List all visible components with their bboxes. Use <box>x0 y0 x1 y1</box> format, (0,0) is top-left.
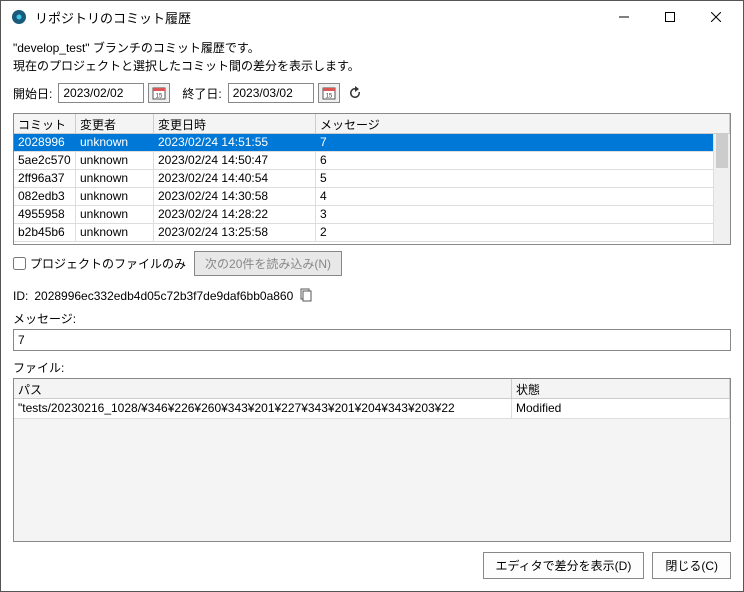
window-title: リポジトリのコミット履歴 <box>35 8 601 27</box>
scrollbar-thumb[interactable] <box>716 134 728 168</box>
table-cell: 4955958 <box>14 206 76 223</box>
table-cell: unknown <box>76 152 154 169</box>
table-cell: 5ae2c570 <box>14 152 76 169</box>
copy-id-button[interactable] <box>299 288 315 304</box>
start-date-input[interactable] <box>58 83 144 103</box>
close-dialog-button[interactable]: 閉じる(C) <box>652 552 731 579</box>
svg-text:15: 15 <box>156 94 163 100</box>
description: "develop_test" ブランチのコミット履歴です。 現在のプロジェクトと… <box>13 39 731 75</box>
table-cell: unknown <box>76 170 154 187</box>
table-cell: 2023/02/24 14:50:47 <box>154 152 316 169</box>
table-cell: b2b45b6 <box>14 224 76 241</box>
start-date-calendar-button[interactable]: 15 <box>148 83 170 103</box>
project-files-only-input[interactable] <box>13 257 26 270</box>
file-cell: Modified <box>512 399 730 418</box>
table-cell: unknown <box>76 206 154 223</box>
close-button[interactable] <box>693 2 739 32</box>
show-diff-button[interactable]: エディタで差分を表示(D) <box>483 552 645 579</box>
header-author[interactable]: 変更者 <box>76 114 154 133</box>
table-cell: 4 <box>316 188 730 205</box>
table-cell: 6 <box>316 152 730 169</box>
description-line1: "develop_test" ブランチのコミット履歴です。 <box>13 39 731 57</box>
app-icon <box>11 9 27 25</box>
table-row[interactable]: 5ae2c570unknown2023/02/24 14:50:476 <box>14 152 730 170</box>
maximize-button[interactable] <box>647 2 693 32</box>
svg-text:15: 15 <box>325 94 332 100</box>
table-cell: 2023/02/24 14:28:22 <box>154 206 316 223</box>
header-commit[interactable]: コミット <box>14 114 76 133</box>
table-cell: 082edb3 <box>14 188 76 205</box>
file-header-path[interactable]: パス <box>14 379 512 398</box>
file-row[interactable]: "tests/20230216_1028/¥346¥226¥260¥343¥20… <box>14 399 730 419</box>
table-cell: 2023/02/24 13:25:58 <box>154 224 316 241</box>
minimize-button[interactable] <box>601 2 647 32</box>
refresh-button[interactable] <box>344 83 366 103</box>
table-row[interactable]: 4955958unknown2023/02/24 14:28:223 <box>14 206 730 224</box>
table-cell: unknown <box>76 134 154 151</box>
table-cell: 2ff96a37 <box>14 170 76 187</box>
file-header-status[interactable]: 状態 <box>512 379 730 398</box>
header-message[interactable]: メッセージ <box>316 114 730 133</box>
message-label: メッセージ: <box>13 310 731 327</box>
project-files-only-label: プロジェクトのファイルのみ <box>30 255 186 272</box>
end-date-input[interactable] <box>228 83 314 103</box>
load-next-button[interactable]: 次の20件を読み込み(N) <box>194 251 342 276</box>
table-cell: 2023/02/24 14:40:54 <box>154 170 316 187</box>
titlebar: リポジトリのコミット履歴 <box>1 1 743 33</box>
end-date-label: 終了日: <box>182 85 221 102</box>
message-box: 7 <box>13 329 731 351</box>
table-cell: 5 <box>316 170 730 187</box>
table-cell: 2028996 <box>14 134 76 151</box>
scrollbar[interactable] <box>713 134 730 244</box>
project-files-only-checkbox[interactable]: プロジェクトのファイルのみ <box>13 255 186 272</box>
id-label: ID: <box>13 289 28 303</box>
start-date-label: 開始日: <box>13 85 52 102</box>
table-cell: 2023/02/24 14:51:55 <box>154 134 316 151</box>
commit-table: コミット 変更者 変更日時 メッセージ 2028996unknown2023/0… <box>13 113 731 245</box>
description-line2: 現在のプロジェクトと選択したコミット間の差分を表示します。 <box>13 57 731 75</box>
files-table: パス 状態 "tests/20230216_1028/¥346¥226¥260¥… <box>13 378 731 542</box>
table-row[interactable]: 2ff96a37unknown2023/02/24 14:40:545 <box>14 170 730 188</box>
table-cell: unknown <box>76 224 154 241</box>
id-value: 2028996ec332edb4d05c72b3f7de9daf6bb0a860 <box>34 289 293 303</box>
table-cell: unknown <box>76 188 154 205</box>
files-label: ファイル: <box>13 359 731 376</box>
table-cell: 3 <box>316 206 730 223</box>
end-date-calendar-button[interactable]: 15 <box>318 83 340 103</box>
table-cell: 7 <box>316 134 730 151</box>
table-row[interactable]: 2028996unknown2023/02/24 14:51:557 <box>14 134 730 152</box>
table-row[interactable]: 082edb3unknown2023/02/24 14:30:584 <box>14 188 730 206</box>
header-date[interactable]: 変更日時 <box>154 114 316 133</box>
file-cell: "tests/20230216_1028/¥346¥226¥260¥343¥20… <box>14 399 512 418</box>
table-cell: 2023/02/24 14:30:58 <box>154 188 316 205</box>
table-cell: 2 <box>316 224 730 241</box>
table-row[interactable]: b2b45b6unknown2023/02/24 13:25:582 <box>14 224 730 242</box>
